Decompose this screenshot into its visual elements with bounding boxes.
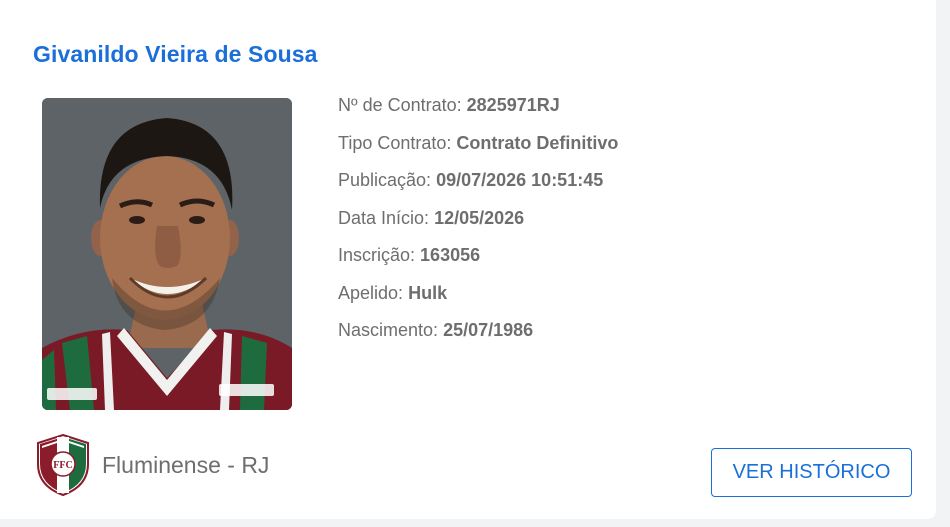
field-label: Apelido: xyxy=(338,282,404,303)
player-card: Givanildo Vieira de Sousa Nº de Contrato… xyxy=(0,0,936,519)
start-date-row: Data Início: 12/05/2026 xyxy=(338,205,618,243)
club-name: Fluminense - RJ xyxy=(102,451,270,478)
nickname-row: Apelido: Hulk xyxy=(338,280,618,318)
contract-type-row: Tipo Contrato: Contrato Definitivo xyxy=(338,130,618,168)
field-value: Contrato Definitivo xyxy=(456,132,619,153)
field-value: 163056 xyxy=(420,245,481,265)
birth-date-row: Nascimento: 25/07/1986 xyxy=(338,317,618,355)
field-value: 09/07/2026 10:51:45 xyxy=(436,170,604,190)
publication-row: Publicação: 09/07/2026 10:51:45 xyxy=(338,167,618,205)
player-photo xyxy=(42,98,292,410)
contract-info: Nº de Contrato: 2825971RJ Tipo Contrato:… xyxy=(338,92,618,355)
field-value: Hulk xyxy=(408,282,448,303)
field-label: Inscrição: xyxy=(338,245,416,265)
field-label: Tipo Contrato: xyxy=(338,132,452,153)
field-label: Nascimento: xyxy=(338,320,439,340)
field-label: Nº de Contrato: xyxy=(338,95,462,115)
field-value: 25/07/1986 xyxy=(443,320,534,340)
contract-number-row: Nº de Contrato: 2825971RJ xyxy=(338,92,618,130)
club-crest-icon: FFC xyxy=(37,434,89,496)
club-info: FFC Fluminense - RJ xyxy=(36,434,269,496)
view-history-button[interactable]: VER HISTÓRICO xyxy=(711,448,912,497)
player-name: Givanildo Vieira de Sousa xyxy=(33,41,318,67)
registration-row: Inscrição: 163056 xyxy=(338,242,618,280)
field-label: Data Início: xyxy=(338,207,430,228)
field-label: Publicação: xyxy=(338,170,432,190)
field-value: 2825971RJ xyxy=(466,95,560,115)
field-value: 12/05/2026 xyxy=(434,207,525,228)
svg-text:FFC: FFC xyxy=(53,460,72,471)
